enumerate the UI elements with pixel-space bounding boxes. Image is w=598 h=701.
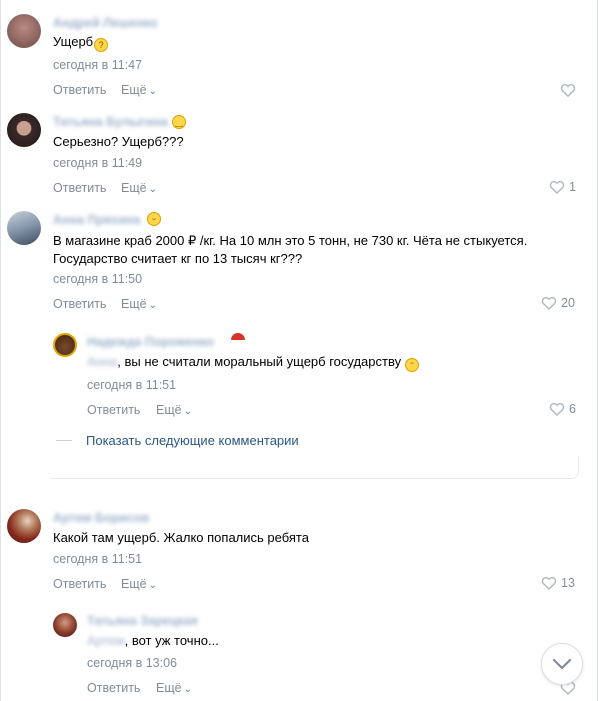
comment-text-body: Ущерб <box>53 34 94 49</box>
frame-left-border <box>0 0 1 701</box>
more-label: Ещё <box>121 181 147 195</box>
more-button[interactable]: Ещё ⌄ <box>121 297 157 311</box>
avatar[interactable] <box>53 333 77 357</box>
like-button[interactable] <box>560 83 576 97</box>
more-button[interactable]: Ещё ⌄ <box>156 403 192 417</box>
comment-timestamp[interactable]: сегодня в 11:50 <box>53 272 142 286</box>
smirk-emoji-icon: ‿ <box>172 115 186 129</box>
thread-separator <box>50 456 579 479</box>
avatar[interactable] <box>7 113 41 147</box>
laughing-emoji-icon: ᵔ <box>405 358 420 372</box>
comment-author[interactable]: Татьяна Зарецкая <box>87 614 198 628</box>
heart-icon <box>549 180 565 194</box>
chevron-down-icon: ⌄ <box>183 406 192 417</box>
scroll-down-button[interactable] <box>541 643 583 685</box>
reply-button[interactable]: Ответить <box>53 577 106 591</box>
more-label: Ещё <box>121 577 147 591</box>
more-label: Ещё <box>156 681 182 695</box>
reply-button[interactable]: Ответить <box>53 83 106 97</box>
more-button[interactable]: Ещё ⌄ <box>121 181 157 195</box>
reply-button[interactable]: Ответить <box>87 681 140 695</box>
like-button[interactable]: 13 <box>541 576 575 590</box>
more-label: Ещё <box>121 83 147 97</box>
comment-text: Артем, вот уж точно... <box>87 632 219 650</box>
more-button[interactable]: Ещё ⌄ <box>156 681 192 695</box>
comment-timestamp[interactable]: сегодня в 11:49 <box>53 156 142 170</box>
chevron-down-icon: ⌄ <box>148 86 157 97</box>
comment-timestamp[interactable]: сегодня в 11:47 <box>53 58 142 72</box>
like-button[interactable]: 6 <box>549 402 576 416</box>
comment-text: Какой там ущерб. Жалко попались ребята <box>53 530 309 545</box>
comment-text: Серьезно? Ущерб??? <box>53 134 184 149</box>
chevron-down-icon <box>552 658 572 670</box>
reply-button[interactable]: Ответить <box>53 297 106 311</box>
more-label: Ещё <box>121 297 147 311</box>
comment-timestamp[interactable]: сегодня в 11:51 <box>53 552 142 566</box>
more-button[interactable]: Ещё ⌄ <box>121 83 157 97</box>
more-label: Ещё <box>156 403 182 417</box>
reply-button[interactable]: Ответить <box>87 403 140 417</box>
mention-link[interactable]: Артем <box>87 633 125 648</box>
like-button[interactable]: 1 <box>549 180 576 194</box>
like-button[interactable]: 20 <box>541 296 575 310</box>
like-count: 1 <box>569 180 576 194</box>
chevron-down-icon: ⌄ <box>183 684 192 695</box>
like-count: 13 <box>561 576 575 590</box>
like-count: 20 <box>561 296 575 310</box>
chevron-down-icon: ⌄ <box>148 300 157 311</box>
reply-button[interactable]: Ответить <box>53 181 106 195</box>
comment-text-body: , вы не считали моральный ущерб государс… <box>117 354 402 369</box>
avatar[interactable] <box>53 613 77 637</box>
heart-icon <box>541 576 557 590</box>
tongue-emoji-icon: ᵕ <box>147 212 161 226</box>
chevron-down-icon: ⌄ <box>148 580 157 591</box>
heart-icon <box>560 83 576 97</box>
show-more-comments-link[interactable]: Показать следующие комментарии <box>86 433 299 448</box>
mention-link[interactable]: Анна <box>87 354 117 369</box>
thinking-emoji-icon: ? <box>94 38 109 52</box>
avatar[interactable] <box>7 509 41 543</box>
comment-author[interactable]: Анна Пряхина <box>53 213 140 227</box>
comment-text-body: , вот уж точно... <box>124 633 219 648</box>
heart-icon <box>549 402 565 416</box>
avatar[interactable] <box>7 14 41 48</box>
comment-text-line: Государство считает кг по 13 тысяч кг??? <box>53 251 303 266</box>
comment-timestamp[interactable]: сегодня в 13:06 <box>87 656 177 670</box>
more-button[interactable]: Ещё ⌄ <box>121 577 157 591</box>
comment-author[interactable]: Татьяна Булыгина <box>53 115 168 129</box>
heart-icon <box>541 296 557 310</box>
avatar[interactable] <box>7 211 41 245</box>
comment-author[interactable]: Артем Борисов <box>53 511 149 525</box>
comment-timestamp[interactable]: сегодня в 11:51 <box>87 378 176 392</box>
like-count: 6 <box>569 402 576 416</box>
santa-hat-icon <box>231 333 245 343</box>
comment-text: Анна, вы не считали моральный ущерб госу… <box>87 353 420 372</box>
comment-text: Ущерб? <box>53 33 109 52</box>
show-more-divider <box>56 440 72 441</box>
comment-text-line: В магазине краб 2000 ₽ /кг. На 10 млн эт… <box>53 233 528 248</box>
chevron-down-icon: ⌄ <box>148 184 157 195</box>
comment-author[interactable]: Андрей Лешенко <box>53 16 158 30</box>
comment-author[interactable]: Надежда Пороменко <box>87 335 214 349</box>
